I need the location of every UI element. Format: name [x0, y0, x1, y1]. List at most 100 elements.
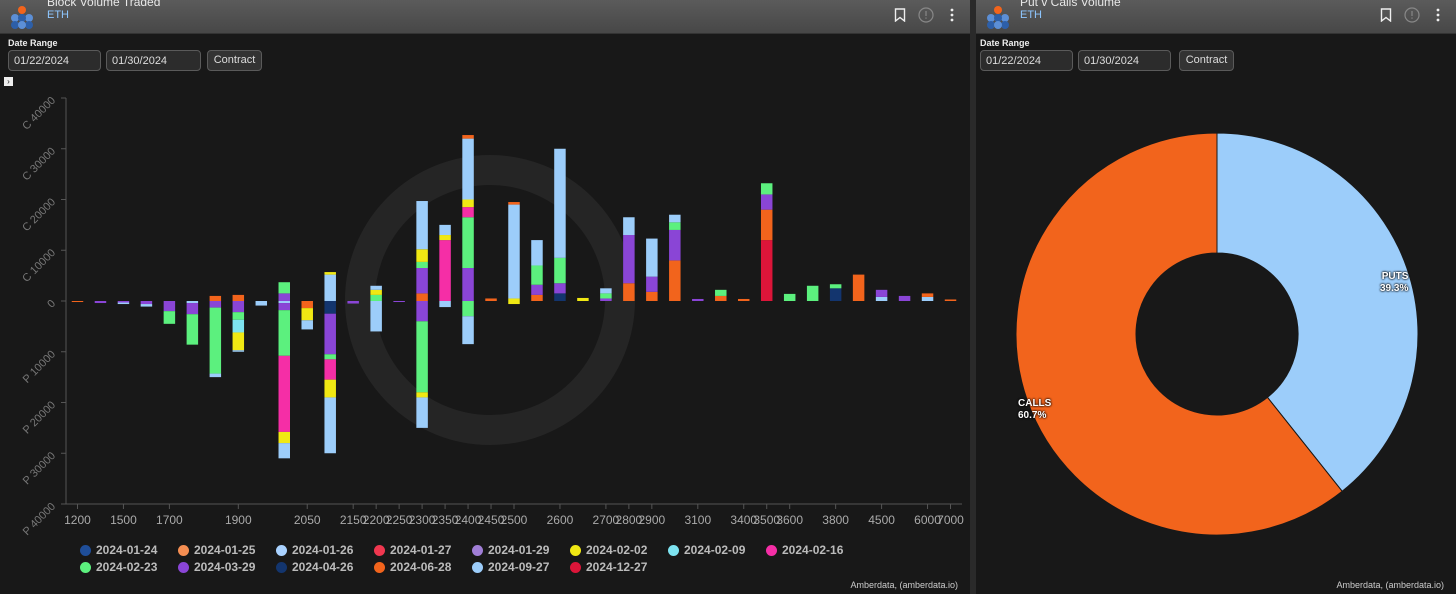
bar-segment-put[interactable]: [186, 303, 199, 315]
bar-segment-call[interactable]: [416, 268, 428, 294]
bar-segment-call[interactable]: [806, 285, 819, 301]
bar-segment-put[interactable]: [324, 354, 336, 360]
bar-segment-put[interactable]: [209, 373, 222, 378]
bar-segment-call[interactable]: [462, 268, 474, 301]
bar-segment-put[interactable]: [324, 379, 336, 398]
bar-segment-put[interactable]: [140, 304, 153, 307]
bar-segment-call[interactable]: [692, 298, 704, 301]
bar-segment-call[interactable]: [324, 272, 336, 275]
bar-segment-call[interactable]: [462, 207, 474, 218]
bar-segment-call[interactable]: [577, 297, 589, 301]
legend-item[interactable]: 2024-09-27: [472, 560, 549, 574]
bar-segment-call[interactable]: [921, 293, 934, 297]
bar-segment-put[interactable]: [163, 311, 176, 324]
bar-segment-put[interactable]: [278, 303, 290, 311]
bar-segment-put[interactable]: [186, 301, 199, 304]
bar-segment-put[interactable]: [301, 301, 313, 309]
bar-segment-call[interactable]: [416, 261, 428, 269]
bar-segment-call[interactable]: [829, 288, 842, 301]
bar-segment-put[interactable]: [439, 301, 451, 308]
bar-segment-put[interactable]: [324, 313, 336, 355]
legend-item[interactable]: 2024-12-27: [570, 560, 647, 574]
bar-segment-call[interactable]: [439, 224, 451, 236]
bar-segment-call[interactable]: [760, 183, 773, 195]
bar-segment-call[interactable]: [646, 276, 658, 292]
bar-segment-put[interactable]: [278, 310, 290, 356]
legend-item[interactable]: 2024-02-23: [80, 560, 157, 574]
bar-segment-call[interactable]: [715, 289, 727, 296]
bar-segment-put[interactable]: [416, 397, 428, 428]
bar-segment-call[interactable]: [875, 296, 888, 301]
bar-segment-call[interactable]: [278, 293, 290, 301]
bar-segment-call[interactable]: [944, 299, 957, 301]
bar-segment-call[interactable]: [439, 235, 451, 241]
bar-segment-call[interactable]: [554, 293, 566, 301]
bar-segment-put[interactable]: [255, 301, 268, 306]
bar-segment-call[interactable]: [646, 238, 658, 277]
bar-segment-call[interactable]: [485, 298, 497, 301]
bar-segment-put[interactable]: [117, 302, 130, 305]
bar-segment-call[interactable]: [278, 282, 290, 294]
bar-segment-call[interactable]: [600, 298, 612, 301]
bar-segment-call[interactable]: [324, 274, 336, 301]
bar-segment-call[interactable]: [508, 202, 520, 205]
legend-item[interactable]: 2024-06-28: [374, 560, 451, 574]
bar-segment-call[interactable]: [623, 235, 635, 284]
bar-segment-put[interactable]: [393, 301, 405, 303]
bar-segment-put[interactable]: [278, 355, 290, 432]
legend-item[interactable]: 2024-01-26: [276, 543, 353, 557]
bar-segment-call[interactable]: [738, 298, 750, 301]
legend-item[interactable]: 2024-02-02: [570, 543, 647, 557]
bar-segment-call[interactable]: [760, 240, 773, 301]
legend-item[interactable]: 2024-01-24: [80, 543, 157, 557]
bar-segment-call[interactable]: [370, 285, 382, 290]
legend-item[interactable]: 2024-01-29: [472, 543, 549, 557]
bar-segment-call[interactable]: [669, 260, 681, 301]
bar-segment-put[interactable]: [278, 443, 290, 459]
bar-segment-call[interactable]: [669, 229, 681, 261]
bar-segment-put[interactable]: [416, 392, 428, 398]
bar-segment-put[interactable]: [232, 301, 245, 313]
bar-segment-call[interactable]: [416, 293, 428, 301]
bar-segment-put[interactable]: [140, 301, 153, 305]
bar-segment-call[interactable]: [531, 294, 543, 301]
bar-segment-call[interactable]: [623, 283, 635, 301]
bar-segment-put[interactable]: [232, 319, 245, 333]
bar-segment-call[interactable]: [462, 135, 474, 139]
legend-item[interactable]: 2024-01-27: [374, 543, 451, 557]
legend-item[interactable]: 2024-03-29: [178, 560, 255, 574]
legend-item[interactable]: 2024-04-26: [276, 560, 353, 574]
bar-segment-call[interactable]: [760, 209, 773, 241]
bar-segment-call[interactable]: [416, 201, 428, 250]
bar-segment-put[interactable]: [232, 312, 245, 320]
bar-segment-put[interactable]: [324, 397, 336, 454]
bar-segment-call[interactable]: [370, 294, 382, 301]
bar-segment-put[interactable]: [117, 301, 130, 303]
bar-segment-call[interactable]: [898, 295, 911, 301]
bar-segment-put[interactable]: [232, 350, 245, 352]
bar-segment-put[interactable]: [278, 431, 290, 444]
bar-segment-put[interactable]: [416, 301, 428, 322]
legend-item[interactable]: 2024-02-16: [766, 543, 843, 557]
bar-segment-call[interactable]: [508, 298, 520, 301]
bar-segment-call[interactable]: [209, 295, 222, 301]
bar-segment-call[interactable]: [760, 194, 773, 210]
bar-segment-call[interactable]: [508, 204, 520, 299]
bar-segment-put[interactable]: [462, 316, 474, 345]
bar-segment-put[interactable]: [209, 301, 222, 308]
bar-segment-put[interactable]: [186, 314, 199, 345]
bar-segment-call[interactable]: [370, 289, 382, 295]
bar-segment-put[interactable]: [301, 308, 313, 321]
bar-segment-call[interactable]: [600, 293, 612, 299]
bar-segment-put[interactable]: [508, 301, 520, 305]
bar-segment-call[interactable]: [232, 294, 245, 301]
bar-segment-put[interactable]: [278, 301, 290, 304]
bar-segment-call[interactable]: [531, 284, 543, 295]
bar-segment-call[interactable]: [554, 257, 566, 284]
bar-segment-call[interactable]: [829, 284, 842, 289]
bar-segment-put[interactable]: [209, 307, 222, 374]
bar-segment-call[interactable]: [852, 274, 865, 301]
bar-segment-call[interactable]: [875, 289, 888, 297]
bar-segment-put[interactable]: [301, 320, 313, 330]
bar-segment-call[interactable]: [715, 295, 727, 301]
